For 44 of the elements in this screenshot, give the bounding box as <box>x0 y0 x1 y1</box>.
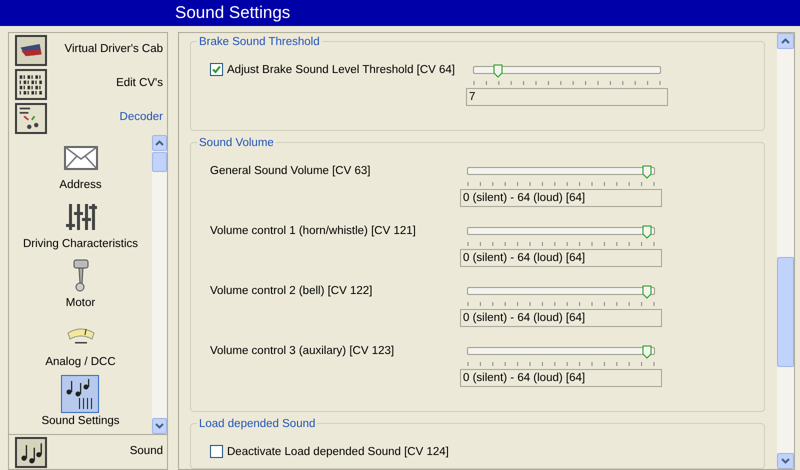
window-title: Sound Settings <box>0 0 800 26</box>
sidebar-section-tab[interactable]: Sound <box>9 435 167 469</box>
sidebar-section-tab[interactable]: Edit CV's <box>9 67 167 101</box>
scroll-up-button[interactable] <box>152 135 167 151</box>
slider-thumb[interactable] <box>642 284 652 298</box>
value-field: 0 (silent) - 64 (loud) [64] <box>460 249 662 267</box>
sidebar-section-tab[interactable]: Virtual Driver's Cab <box>9 33 167 67</box>
scroll-thumb[interactable] <box>777 257 794 367</box>
binary-digits-icon <box>15 68 47 100</box>
slider-label: General Sound Volume [CV 63] <box>210 164 370 179</box>
piston-icon <box>72 259 90 293</box>
scroll-down-button[interactable] <box>152 418 167 434</box>
slider-thumb[interactable] <box>493 63 504 77</box>
sidebar-section-tab[interactable]: Decoder <box>9 101 167 135</box>
sidebar-item[interactable]: Driving Characteristics <box>22 198 138 257</box>
slider-label: Volume control 3 (auxilary) [CV 123] <box>210 344 394 359</box>
sidebar-item[interactable]: Analog / DCC <box>45 316 116 375</box>
value-field: 0 (silent) - 64 (loud) [64] <box>460 309 662 327</box>
sliders-icon <box>64 202 96 232</box>
sidebar-item[interactable]: Motor <box>62 257 100 316</box>
value-field: 0 (silent) - 64 (loud) [64] <box>460 369 662 387</box>
caret-icon <box>155 140 164 146</box>
envelope-icon <box>64 146 98 170</box>
sidebar-item[interactable]: Address <box>59 139 102 198</box>
scroll-up-button[interactable] <box>777 33 794 49</box>
caret-icon <box>781 458 790 464</box>
checkbox[interactable] <box>210 63 223 76</box>
slider-thumb[interactable] <box>642 164 652 178</box>
slider-thumb[interactable] <box>642 224 652 238</box>
sidebar-item[interactable]: Sound Settings <box>41 375 120 434</box>
caret-icon <box>155 423 164 429</box>
value-field: 0 (silent) - 64 (loud) [64] <box>460 189 662 207</box>
checkbox[interactable] <box>210 445 223 458</box>
checkbox-label: Adjust Brake Sound Level Threshold [CV 64] <box>227 63 456 78</box>
slider-label: Volume control 2 (bell) [CV 122] <box>210 284 372 299</box>
slider-label: Volume control 1 (horn/whistle) [CV 121] <box>210 224 416 239</box>
checkbox-label: Deactivate Load depended Sound [CV 124] <box>227 445 449 460</box>
value-field: 7 <box>466 88 668 106</box>
scroll-thumb[interactable] <box>152 152 167 172</box>
caret-icon <box>781 38 790 44</box>
scroll-down-button[interactable] <box>777 453 794 469</box>
music-notes-icon <box>15 436 47 468</box>
cab-icon <box>15 34 47 66</box>
slider-thumb[interactable] <box>642 344 652 358</box>
